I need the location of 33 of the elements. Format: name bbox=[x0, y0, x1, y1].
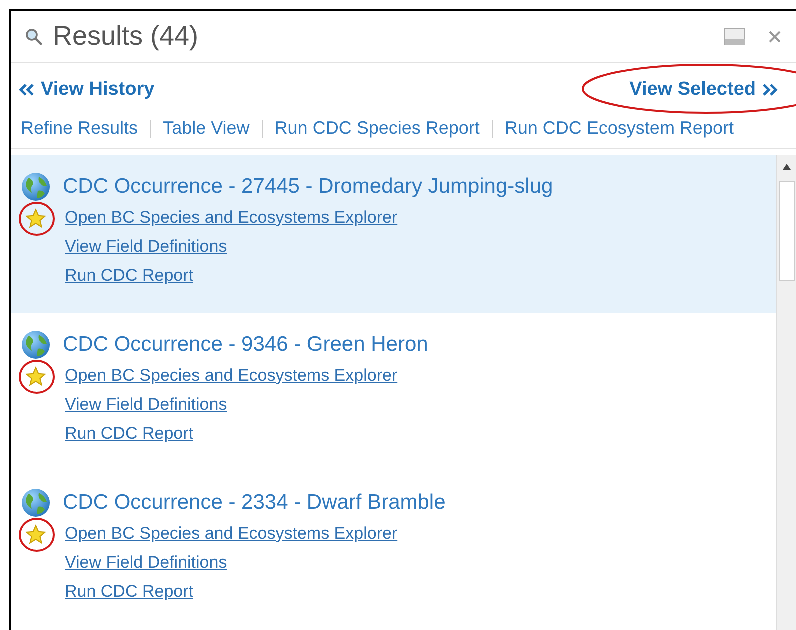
star-icon[interactable] bbox=[25, 208, 47, 230]
search-icon bbox=[25, 28, 43, 46]
result-link[interactable]: View Field Definitions bbox=[65, 232, 228, 260]
result-link[interactable]: View Field Definitions bbox=[65, 548, 228, 576]
close-icon[interactable] bbox=[768, 30, 782, 44]
minimize-icon[interactable] bbox=[724, 28, 746, 46]
scrollbar-thumb[interactable] bbox=[778, 181, 794, 281]
chevrons-right-icon bbox=[762, 83, 778, 97]
result-link[interactable]: Run CDC Report bbox=[65, 418, 194, 448]
chevrons-left-icon bbox=[19, 83, 35, 97]
window-title: Results (44) bbox=[53, 20, 199, 54]
toolbar-link[interactable]: Run CDC Species Report bbox=[274, 115, 480, 142]
scrollbar[interactable] bbox=[776, 155, 796, 630]
star-icon[interactable] bbox=[25, 366, 47, 388]
globe-icon bbox=[21, 330, 51, 360]
result-link[interactable]: Run CDC Report bbox=[65, 576, 194, 606]
globe-icon bbox=[21, 488, 51, 518]
result-title: CDC Occurrence - 9346 - Green Heron bbox=[63, 332, 428, 358]
toolbar-link[interactable]: Run CDC Ecosystem Report bbox=[504, 115, 734, 142]
result-title: CDC Occurrence - 2334 - Dwarf Bramble bbox=[63, 490, 446, 516]
result-link[interactable]: Open BC Species and Ecosystems Explorer bbox=[65, 202, 398, 232]
toolbar-link[interactable]: Table View bbox=[163, 115, 250, 142]
view-history-link[interactable]: View History bbox=[19, 76, 155, 104]
toolbar-link[interactable]: Refine Results bbox=[21, 115, 138, 142]
result-link[interactable]: Run CDC Report bbox=[65, 260, 194, 290]
globe-icon bbox=[21, 172, 51, 202]
result-title: CDC Occurrence - 27445 - Dromedary Jumping-slug bbox=[63, 174, 554, 200]
result-link[interactable]: Open BC Species and Ecosystems Explorer bbox=[65, 360, 398, 390]
scroll-up-icon[interactable] bbox=[782, 163, 792, 171]
result-link[interactable]: Open BC Species and Ecosystems Explorer bbox=[65, 518, 398, 548]
star-icon[interactable] bbox=[25, 524, 47, 546]
result-link[interactable]: View Field Definitions bbox=[65, 390, 228, 418]
result-item[interactable]: CDC Occurrence - 27445 - Dromedary Jumping-slug Open BC Species and Ecosystems Explorer View Field Definitions Run CDC Report bbox=[11, 155, 776, 313]
